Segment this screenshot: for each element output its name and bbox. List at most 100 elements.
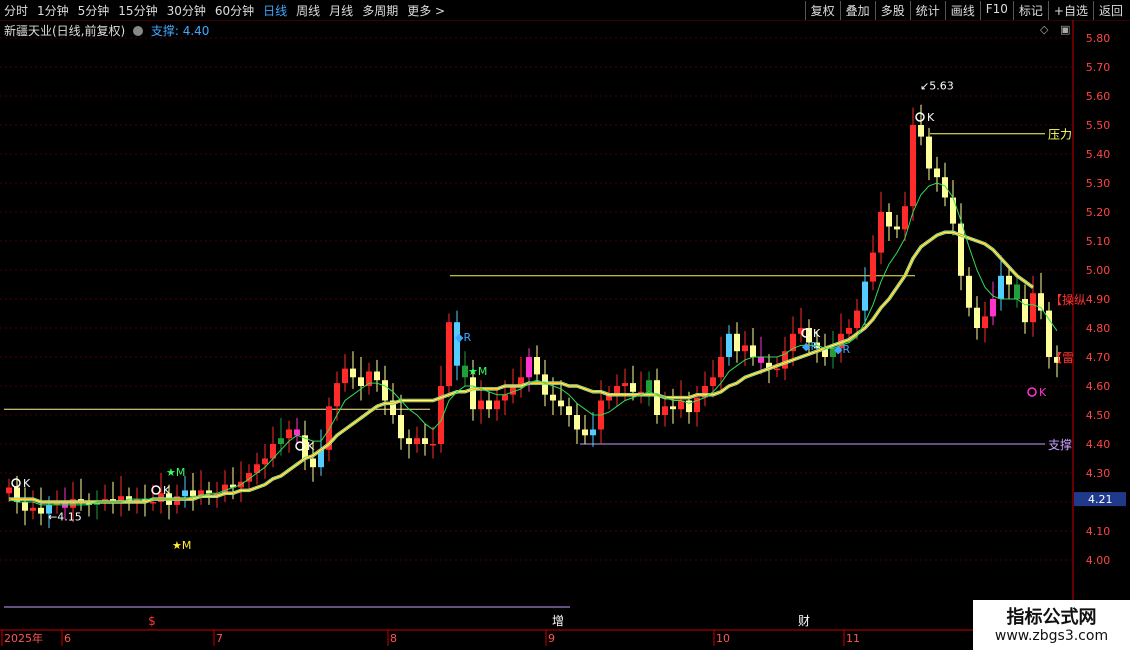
candle-body (406, 438, 412, 444)
high-price-label: ↙5.63 (920, 79, 954, 92)
candle-body (470, 377, 476, 410)
time-label: 8 (390, 632, 397, 645)
pressure-label: 压力 (1048, 128, 1072, 142)
candle-body (262, 458, 268, 465)
watermark-box: 指标公式网 www.zbgs3.com (973, 600, 1130, 650)
candle-body (742, 345, 748, 352)
price-tick: 4.40 (1086, 438, 1111, 451)
candle-body (574, 415, 580, 430)
candle-body (630, 383, 636, 392)
price-tick: 4.50 (1086, 409, 1111, 422)
candle-body (902, 206, 908, 230)
candle-body (494, 400, 500, 410)
lei-label: 【雷 (1050, 351, 1074, 365)
candle-body (382, 380, 388, 401)
candle-body (854, 310, 860, 328)
candle-body (286, 429, 292, 439)
low-price-label: ←4.15 (48, 511, 82, 524)
candle-body (870, 252, 876, 282)
time-label: 11 (846, 632, 860, 645)
candle-body (398, 415, 404, 439)
signal-m-label: ★M (172, 539, 191, 552)
price-tick: 4.90 (1086, 293, 1111, 306)
candle-body (278, 438, 284, 444)
candle-body (734, 333, 740, 352)
signal-k-label: K (163, 484, 171, 497)
candle-body (654, 380, 660, 415)
signal-r-label: ◆R (455, 331, 471, 344)
candle-body (38, 507, 44, 514)
candle-body (1022, 299, 1028, 323)
time-label: 9 (548, 632, 555, 645)
signal-k-icon (1027, 387, 1037, 397)
candle-body (1014, 284, 1020, 299)
candle-body (910, 125, 916, 207)
candle-body (966, 275, 972, 308)
kline-chart[interactable]: 5.80 5.70 5.60 5.50 5.40 5.30 5.20 5.10 5.00 4.90… (0, 0, 1130, 650)
current-price-label: 4.21 (1088, 493, 1113, 506)
candle-body (486, 400, 492, 410)
candle-body (350, 368, 356, 378)
candle-body (934, 168, 940, 178)
candle-body (582, 429, 588, 436)
candle-body (982, 316, 988, 328)
event-marker: $ (148, 614, 156, 628)
candle-body (862, 281, 868, 311)
candle-body (310, 458, 316, 468)
event-marker: 增 (552, 614, 564, 628)
candle-body (478, 400, 484, 410)
candle-body (894, 226, 900, 230)
signal-k-label: K (307, 440, 315, 453)
candle-body (30, 507, 36, 511)
candle-body (646, 380, 652, 392)
signal-k-label: K (813, 327, 821, 340)
price-tick: 4.30 (1086, 467, 1111, 480)
cao-label: 【操纵 (1050, 292, 1086, 307)
price-tick: 5.60 (1086, 90, 1111, 103)
price-tick: 5.00 (1086, 264, 1111, 277)
signal-r-label: ◆R (834, 343, 850, 356)
candle-body (710, 377, 716, 386)
candle-body (22, 502, 28, 511)
candle-body (990, 299, 996, 317)
candle-body (726, 333, 732, 357)
candle-body (662, 406, 668, 415)
candle-body (942, 177, 948, 198)
candle-body (718, 357, 724, 378)
candle-body (6, 487, 12, 494)
candle-body (670, 406, 676, 410)
price-tick: 4.00 (1086, 554, 1111, 567)
price-tick: 4.10 (1086, 525, 1111, 538)
signal-k-label: K (1039, 386, 1047, 399)
candle-body (878, 212, 884, 253)
candle-body (294, 429, 300, 436)
price-tick: 5.80 (1086, 32, 1111, 45)
candle-body (566, 406, 572, 415)
candle-body (958, 223, 964, 276)
watermark-title: 指标公式网 (1006, 607, 1097, 628)
candle-body (430, 444, 436, 446)
candle-body (926, 136, 932, 169)
candle-body (502, 394, 508, 401)
ma-fast-line (8, 182, 1058, 506)
candle-body (422, 438, 428, 444)
price-tick: 5.70 (1086, 61, 1111, 74)
signal-k-icon (11, 478, 21, 488)
candle-body (998, 275, 1004, 299)
price-tick: 5.20 (1086, 206, 1111, 219)
candle-body (334, 383, 340, 407)
candle-body (622, 383, 628, 386)
candle-body (150, 502, 156, 504)
candle-body (374, 371, 380, 381)
candle-body (1006, 275, 1012, 285)
candle-body (526, 357, 532, 378)
price-tick: 5.30 (1086, 177, 1111, 190)
candle-body (590, 429, 596, 436)
candle-body (974, 307, 980, 328)
candle-body (366, 371, 372, 386)
watermark-url: www.zbgs3.com (994, 628, 1109, 644)
candle-body (678, 400, 684, 410)
signal-k-icon (915, 112, 925, 122)
candle-body (886, 212, 892, 227)
signal-m-label: ★M (468, 365, 487, 378)
